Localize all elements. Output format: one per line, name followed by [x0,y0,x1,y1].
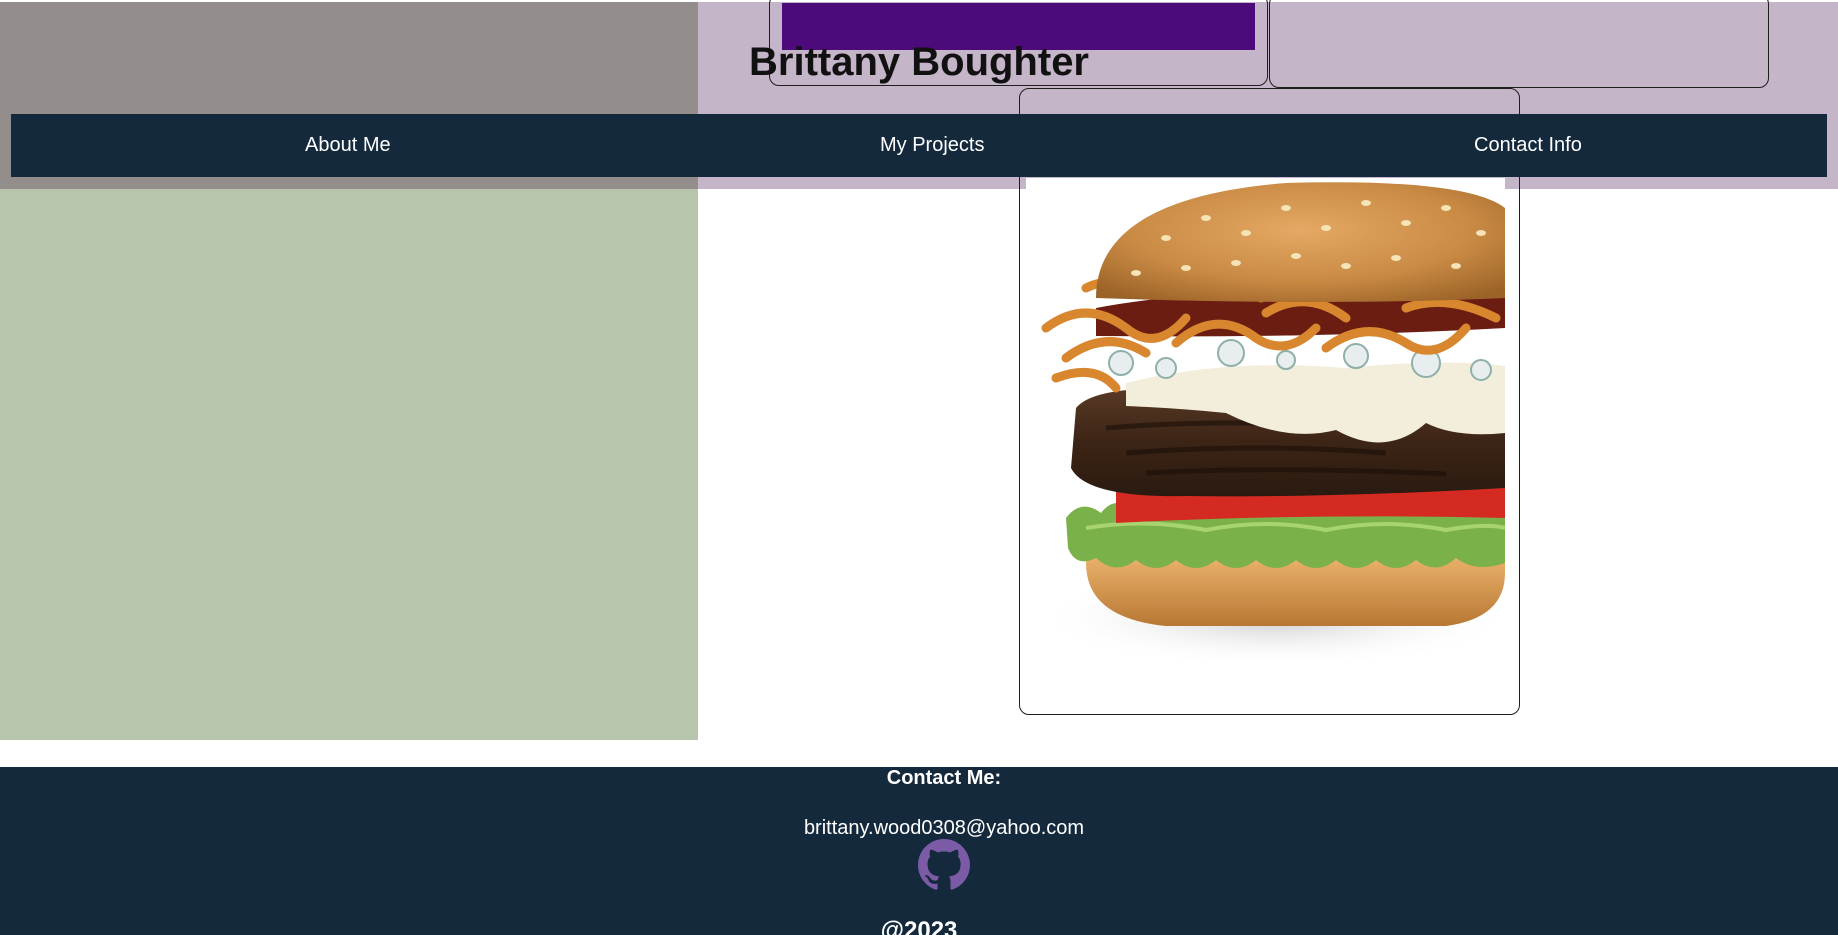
main-nav: About Me My Projects Contact Info [11,114,1827,177]
footer-email-link[interactable]: brittany.wood0308@yahoo.com [0,816,1838,840]
sidebar-panel [0,189,698,740]
nav-contact-info[interactable]: Contact Info [1474,114,1582,177]
footer-heading: Contact Me: [886,767,1002,789]
page: Brittany Boughter About Me My Projects C… [0,0,1838,935]
footer-heading-wrapper: Contact Me: [0,767,1838,789]
footer: Contact Me: brittany.wood0308@yahoo.com … [0,767,1838,935]
nav-about-me[interactable]: About Me [305,114,391,177]
copyright-text: @2023 [880,917,958,935]
project-card-top-right[interactable] [1269,0,1769,88]
page-title: Brittany Boughter [749,40,1089,84]
burger-image [1026,178,1505,677]
nav-my-projects[interactable]: My Projects [880,114,984,177]
github-icon[interactable] [918,839,970,891]
